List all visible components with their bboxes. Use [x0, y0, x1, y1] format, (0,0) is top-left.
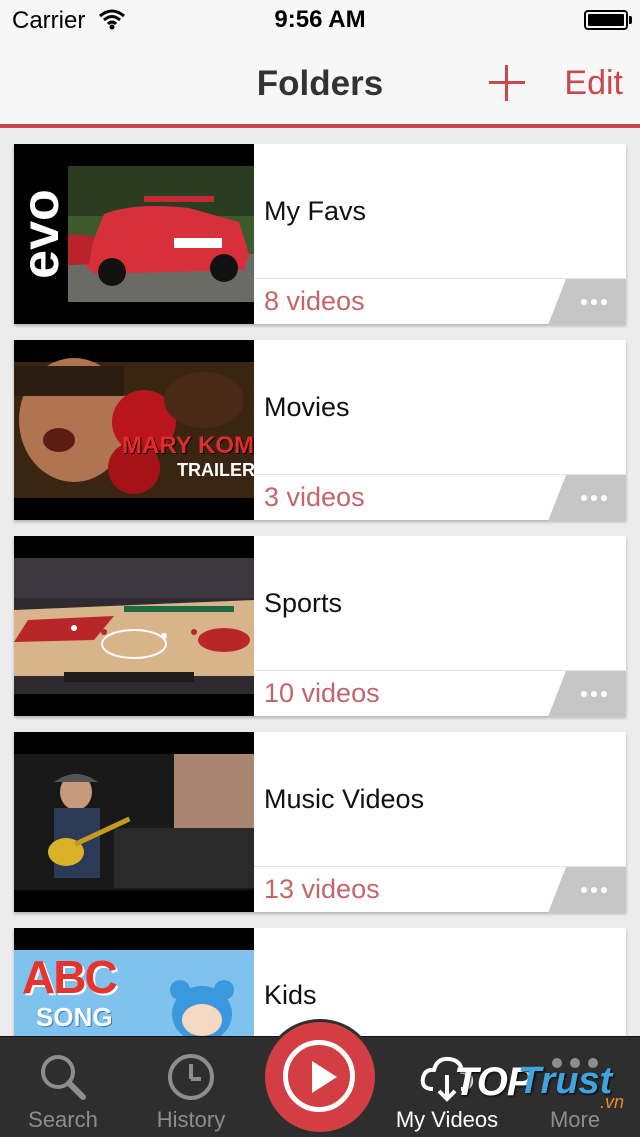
play-icon	[312, 1061, 337, 1093]
folder-options-button[interactable]	[548, 475, 626, 521]
folder-name: My Favs	[264, 196, 367, 226]
toptrust-watermark: TOP Trust .vn	[448, 1052, 638, 1136]
basketball-court-thumbnail	[14, 536, 254, 716]
boxer-thumbnail: MARY KOM TRAILER	[14, 340, 254, 520]
folder-name: Kids	[264, 980, 317, 1010]
folder-name: Movies	[264, 392, 350, 422]
folder-count-strip: 3 videos	[254, 474, 626, 521]
clock-icon	[168, 1054, 214, 1100]
folder-row-music-videos[interactable]: Music Videos 13 videos	[14, 732, 626, 913]
folder-count-strip: 13 videos	[254, 866, 626, 913]
folder-name: Music Videos	[264, 784, 425, 814]
watermark-suffix: .vn	[600, 1092, 625, 1112]
edit-button[interactable]: Edit	[564, 64, 623, 103]
battery-icon	[584, 10, 628, 30]
folder-options-button[interactable]	[548, 671, 626, 717]
navigation-bar: Folders Edit	[0, 40, 640, 128]
folder-row-sports[interactable]: Sports 10 videos	[14, 536, 626, 717]
watermark-trust: Trust	[518, 1060, 613, 1102]
folder-row-my-favs[interactable]: evo My Favs 8 videos	[14, 144, 626, 325]
folder-row-movies[interactable]: MARY KOM TRAILER Movies 3 videos	[14, 340, 626, 521]
abc-letters: ABC	[22, 951, 118, 1003]
folder-video-count: 3 videos	[264, 482, 365, 512]
evo-logo: evo	[14, 189, 70, 279]
folder-count-strip: 10 videos	[254, 670, 626, 717]
guitarist-thumbnail	[14, 732, 254, 912]
play-button[interactable]	[265, 1022, 375, 1132]
cartoon-thumbnail: ABC SONG	[14, 928, 254, 1036]
battery-tip	[629, 16, 632, 24]
car-thumbnail: evo	[14, 144, 254, 324]
folder-video-count: 13 videos	[264, 874, 380, 904]
status-bar: Carrier 9:56 AM	[0, 0, 640, 40]
movie-title-overlay: MARY KOM	[122, 432, 254, 459]
tab-history[interactable]: History	[136, 1037, 246, 1137]
folder-name: Sports	[264, 588, 343, 618]
tab-search[interactable]: Search	[8, 1037, 118, 1137]
folder-options-button[interactable]	[548, 867, 626, 913]
status-time: 9:56 AM	[274, 6, 366, 33]
abc-title: ABC	[22, 950, 118, 1004]
folder-row-kids[interactable]: ABC SONG Kids	[14, 928, 626, 1036]
folder-video-count: 8 videos	[264, 286, 365, 316]
tab-label: Search	[28, 1107, 98, 1132]
folder-list: evo My Favs 8 videos MARY KOM TRAILER Mo…	[0, 128, 640, 1036]
folder-video-count: 10 videos	[264, 678, 380, 708]
folder-count-strip: 8 videos	[254, 278, 626, 325]
song-label: SONG	[36, 1002, 113, 1032]
tab-label: History	[156, 1107, 226, 1132]
page-title: Folders	[256, 64, 384, 103]
folder-options-button[interactable]	[548, 279, 626, 325]
trailer-label: TRAILER	[177, 460, 254, 480]
add-folder-button[interactable]	[486, 62, 528, 104]
search-icon	[41, 1055, 86, 1100]
